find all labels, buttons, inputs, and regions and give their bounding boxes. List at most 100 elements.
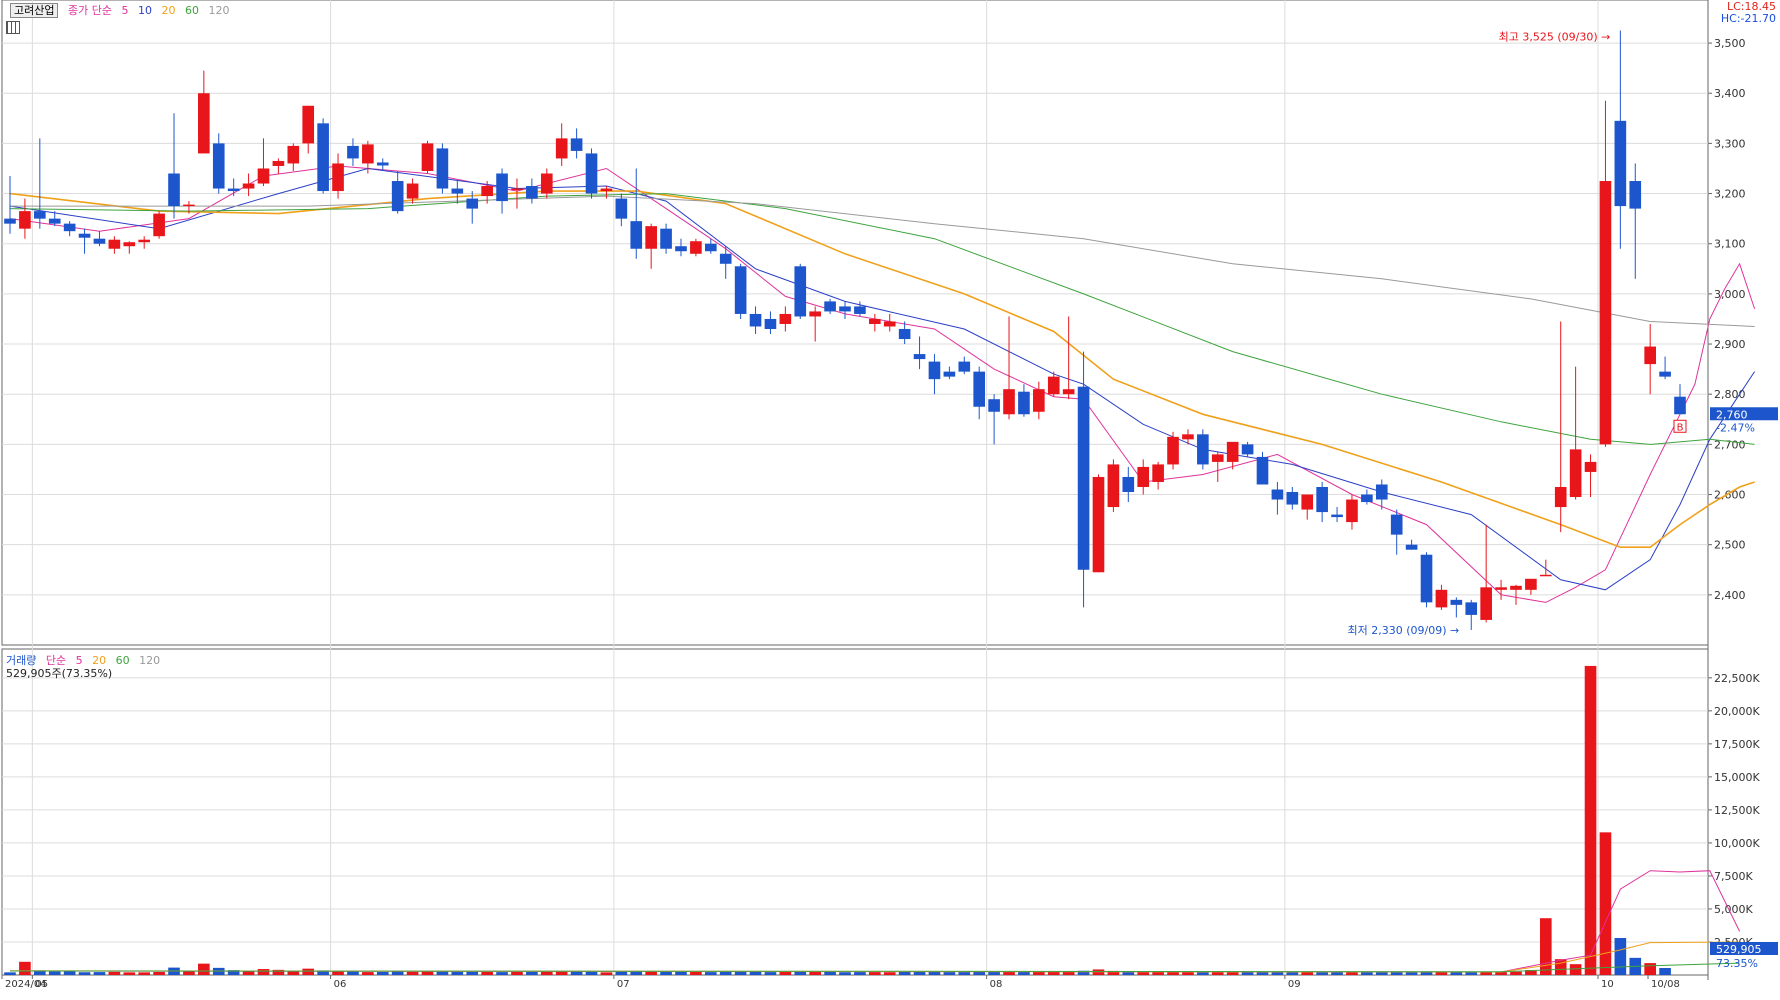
candle-body [436,148,449,189]
volume-bar [869,972,881,975]
candle-body [1569,449,1582,498]
volume-bar [645,971,657,975]
candlestick [1420,552,1433,608]
volume-bar [719,971,732,975]
volume-bar [1241,971,1254,975]
candle-body [347,145,359,159]
ma-legend-60[interactable]: 60 [185,4,199,17]
candlestick [421,140,434,174]
volume-bar [406,971,419,975]
volume-bar [123,972,136,975]
volume-bar [451,971,464,975]
volume-tick-label: 22,500K [1714,672,1760,685]
volume-bar [1301,972,1314,975]
current-price-label: 2,760 [1716,408,1748,421]
candle-body [406,183,419,199]
volume-bar [988,971,1000,975]
candle-body [1405,544,1418,550]
volume-bar [943,972,956,975]
current-volume-pct-label: 73.35% [1716,957,1758,970]
volume-bar [928,971,941,975]
table-view-icon[interactable] [6,21,20,34]
candle-body [108,239,121,249]
volume-bar [1226,972,1239,975]
candle-body [153,213,165,237]
volume-bar [585,971,598,975]
candle-body [585,153,598,194]
candle-body [123,242,136,247]
candle-body [779,313,792,324]
candle-body [555,138,568,159]
volume-bar [1644,963,1656,975]
volume-bar [749,971,762,975]
volume-bar [436,971,449,975]
x-tick-label: 10/08 [1651,979,1680,990]
candle-body [272,160,285,166]
candlestick [585,148,598,199]
volume-bar [690,971,702,975]
candle-body [1033,389,1045,412]
candlestick [794,263,807,319]
volume-tick-label: 5,000K [1714,903,1753,916]
candle-body [1241,444,1254,455]
candle-body [1092,476,1105,573]
candle-body [78,233,91,238]
candle-body [1182,434,1194,440]
candle-body [809,311,821,317]
volume-bar [958,972,971,975]
candle-body [540,173,553,194]
candle-body [1375,484,1388,500]
volume-bar [854,972,866,975]
candle-body [1390,514,1403,535]
price-tick-label: 3,100 [1714,238,1746,251]
candle-body [1301,494,1314,510]
volume-bar [78,972,91,975]
candle-body [824,301,836,312]
candle-body [913,354,926,360]
candle-body [1122,476,1135,493]
candle-body [973,371,986,407]
volume-bar [1256,972,1269,975]
volume-bar [570,971,583,975]
candle-body [1152,464,1164,482]
candle-body [988,399,1000,412]
ma-legend-120[interactable]: 120 [208,4,229,17]
candle-body [704,243,717,252]
volume-bar [1271,972,1284,975]
volume-bar [138,972,151,975]
volume-bar [302,968,315,975]
volume-bar [1539,918,1552,975]
candle-body [138,239,151,243]
volume-bar [347,971,359,975]
stock-name[interactable]: 고려산업 [10,3,59,18]
volume-bar [1331,972,1343,975]
price-tick-label: 3,300 [1714,137,1746,150]
chart-canvas[interactable]: 2,4002,5002,6002,7002,8002,9003,0003,100… [0,0,1780,997]
volume-bar [839,972,851,975]
price-tick-label: 2,500 [1714,539,1746,552]
candle-body [1167,436,1179,465]
candle-body [734,266,747,314]
volume-tick-label: 7,500K [1714,870,1753,883]
candle-body [1003,389,1015,415]
volume-bar [898,971,911,975]
ma-legend-20[interactable]: 20 [161,4,175,17]
volume-panel [1,648,1709,976]
ma-legend-5[interactable]: 5 [121,4,128,17]
stock-chart[interactable]: 2,400 2,500 2,600 2,700 2,800 2,900 3,000 3,100… [0,0,1780,997]
signal-marker: B [1677,422,1684,433]
volume-bar [600,972,613,975]
candle-body [1211,454,1224,462]
candle-body [645,226,657,249]
vma-legend-120[interactable]: 120 [139,654,160,667]
volume-bar [1033,971,1045,975]
candle-body [168,173,180,207]
candle-body [1316,486,1328,513]
candle-body [630,221,643,249]
vma-legend-60[interactable]: 60 [116,654,130,667]
candle-body [1047,376,1060,395]
current-change-label: -2.47% [1716,421,1755,434]
candle-body [690,241,702,254]
x-tick-label: 09 [1288,979,1301,990]
ma-legend-10[interactable]: 10 [138,4,152,17]
